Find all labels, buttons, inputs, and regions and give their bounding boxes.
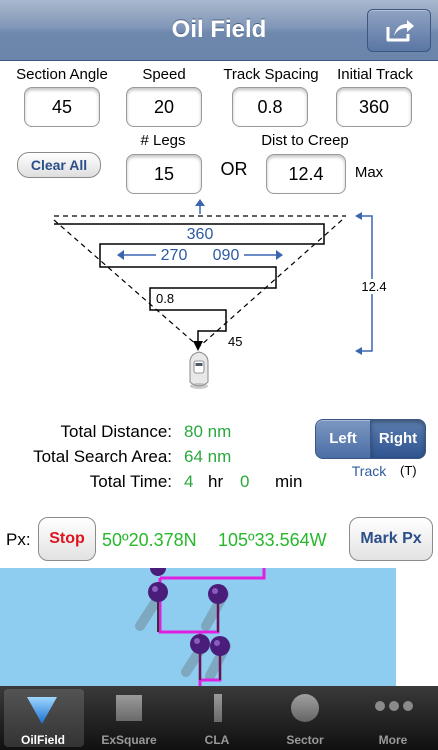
track-heading-label: 360 <box>186 226 214 243</box>
tab-exsquare[interactable]: ExSquare <box>86 686 172 750</box>
tab-sector[interactable]: Sector <box>262 686 348 750</box>
hours-unit: hr <box>208 472 224 491</box>
map-view[interactable] <box>0 568 438 686</box>
dist-to-creep-label: Dist to Creep <box>261 132 349 149</box>
share-icon <box>386 20 414 42</box>
right-heading-label: 090 <box>212 247 240 264</box>
mark-position-button[interactable]: Mark Px <box>349 517 433 561</box>
section-angle-field[interactable]: 45 <box>24 87 100 127</box>
bar-icon <box>214 694 222 722</box>
triangle-icon <box>27 697 57 724</box>
speed-field[interactable]: 20 <box>126 87 202 127</box>
left-heading-label: 270 <box>160 247 188 264</box>
latitude-value: 50º20.378N <box>102 530 197 550</box>
direction-right-button[interactable]: Right <box>370 419 426 459</box>
share-button[interactable] <box>367 9 431 52</box>
tab-label-oilfield: OilField <box>20 733 65 747</box>
stop-button[interactable]: Stop <box>38 517 96 561</box>
total-distance-value: 80 nm <box>184 422 232 441</box>
more-dots-icon <box>375 701 413 711</box>
initial-track-field[interactable]: 360 <box>336 87 412 127</box>
boat-icon <box>189 351 209 389</box>
total-search-area-value: 64 nm <box>184 447 232 466</box>
total-distance-label: Total Distance: <box>60 422 173 441</box>
total-time-minutes: 0 <box>240 472 250 491</box>
direction-left-button[interactable]: Left <box>315 419 371 459</box>
legs-label: # Legs <box>140 132 186 149</box>
track-direction-label: Track <box>351 463 387 479</box>
tab-more[interactable]: More <box>350 686 436 750</box>
total-time-hours: 4 <box>184 472 194 491</box>
longitude-value: 105º33.564W <box>218 530 327 550</box>
tab-label-cla: CLA <box>204 733 230 747</box>
max-label: Max <box>354 164 384 181</box>
true-bearing-label: (T) <box>400 463 417 478</box>
creep-value-label: 12.4 <box>356 279 392 294</box>
tab-label-sector: Sector <box>286 733 324 747</box>
position-label: Px: <box>6 530 31 549</box>
legs-field[interactable]: 15 <box>126 154 202 194</box>
dist-to-creep-field[interactable]: 12.4 <box>266 154 346 194</box>
total-time-label: Total Time: <box>89 472 172 491</box>
angle-value-label: 45 <box>228 334 243 349</box>
speed-label: Speed <box>142 66 186 83</box>
initial-track-label: Initial Track <box>337 66 413 83</box>
track-spacing-label: Track Spacing <box>223 66 319 83</box>
tab-cla[interactable]: CLA <box>174 686 260 750</box>
square-icon <box>116 695 142 721</box>
or-label: OR <box>220 159 248 179</box>
clear-all-button[interactable]: Clear All <box>17 152 101 178</box>
total-search-area-label: Total Search Area: <box>33 447 172 466</box>
section-angle-label: Section Angle <box>16 66 108 83</box>
tab-oilfield[interactable]: OilField <box>0 686 86 750</box>
track-plot <box>135 568 438 686</box>
circle-icon <box>291 694 319 722</box>
track-spacing-field[interactable]: 0.8 <box>232 87 308 127</box>
minutes-unit: min <box>275 472 303 491</box>
spacing-value-label: 0.8 <box>156 291 175 306</box>
tab-label-more: More <box>378 733 408 747</box>
tab-label-exsquare: ExSquare <box>101 733 157 747</box>
